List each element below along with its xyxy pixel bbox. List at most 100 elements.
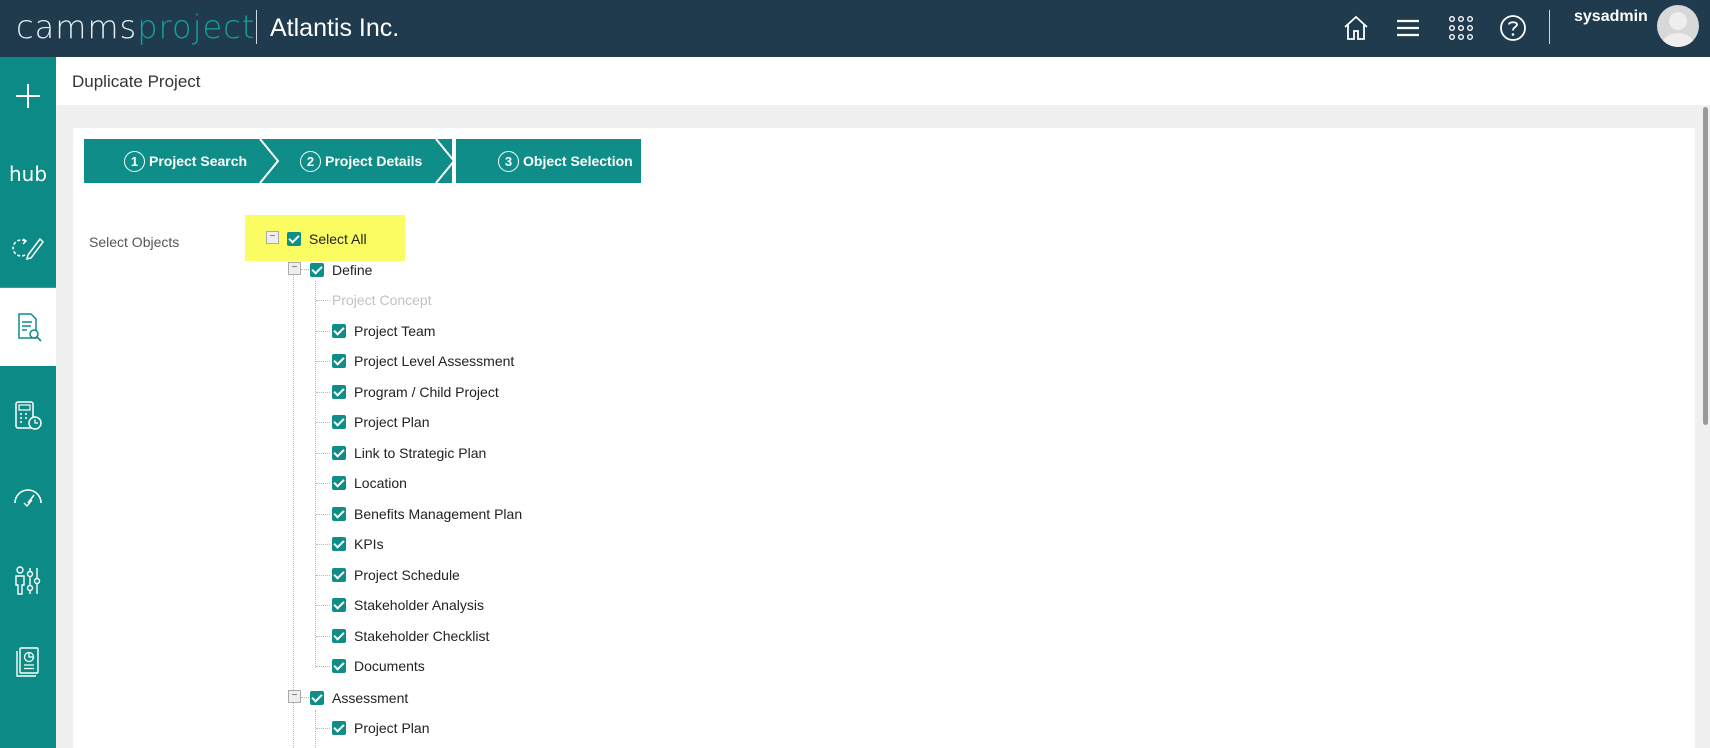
- tree-item[interactable]: Benefits Management Plan: [332, 504, 522, 524]
- sidebar-item-plan[interactable]: [0, 209, 56, 287]
- tree-item[interactable]: Project Plan: [332, 412, 429, 432]
- sidebar-item-project-search[interactable]: [0, 288, 56, 366]
- avatar[interactable]: [1657, 5, 1699, 47]
- checkbox[interactable]: [332, 323, 346, 338]
- sidebar-item-reports[interactable]: [0, 623, 56, 701]
- tree-node-label: Define: [332, 262, 373, 278]
- tree-node-assessment[interactable]: Assessment: [310, 688, 408, 708]
- plan-edit-icon: [12, 237, 44, 261]
- select-objects-label: Select Objects: [89, 234, 180, 250]
- tree-node-define[interactable]: Define: [310, 260, 372, 280]
- sidebar-item-resources[interactable]: [0, 541, 56, 619]
- step-number: 1: [124, 150, 145, 172]
- checkbox[interactable]: [332, 628, 346, 643]
- tree-item[interactable]: Project Plan: [332, 718, 429, 738]
- checkbox-define[interactable]: [310, 263, 324, 277]
- collapse-toggle-define[interactable]: −: [288, 262, 301, 275]
- checkbox[interactable]: [332, 354, 346, 368]
- checkbox[interactable]: [332, 598, 346, 612]
- step-label: Object Selection: [523, 153, 633, 169]
- top-header: cammsproject Atlantis Inc. sysadmin: [0, 0, 1710, 57]
- select-all-label: Select All: [309, 231, 367, 247]
- wizard-step-project-details[interactable]: 2 Project Details: [280, 139, 452, 183]
- sidebar-item-dashboard[interactable]: [0, 459, 56, 537]
- step-arrow-icon: [432, 139, 456, 183]
- scrollbar-thumb[interactable]: [1703, 107, 1708, 425]
- tree-node-label: Assessment: [332, 690, 409, 706]
- help-icon[interactable]: [1497, 12, 1529, 44]
- tree-item[interactable]: Documents: [332, 656, 425, 676]
- vertical-scrollbar[interactable]: [1700, 105, 1710, 748]
- collapse-toggle-assessment[interactable]: −: [288, 690, 301, 703]
- tree-line: [315, 281, 316, 668]
- company-name: Atlantis Inc.: [270, 14, 400, 42]
- tree-line: [315, 710, 316, 748]
- sidebar-item-calculator[interactable]: [0, 377, 56, 455]
- hub-label: hub: [8, 162, 48, 186]
- tree-item[interactable]: Stakeholder Checklist: [332, 626, 489, 646]
- report-icon: [16, 647, 39, 677]
- tree-item[interactable]: Project Team: [332, 321, 435, 341]
- user-divider: [1549, 10, 1550, 44]
- tree-item[interactable]: Program / Child Project: [332, 382, 499, 402]
- tree-item-label: Project Concept: [332, 292, 432, 308]
- tree-item-label: KPIs: [354, 536, 384, 552]
- checkbox[interactable]: [332, 506, 346, 521]
- checkbox[interactable]: [332, 476, 346, 490]
- checkbox[interactable]: [332, 567, 346, 582]
- app-logo[interactable]: cammsproject: [16, 8, 255, 46]
- collapse-toggle-select-all[interactable]: −: [266, 231, 279, 244]
- tree-item-label: Documents: [354, 658, 425, 674]
- tree-node-select-all[interactable]: Select All: [287, 229, 367, 249]
- checkbox-select-all[interactable]: [287, 232, 301, 246]
- sidebar-item-hub[interactable]: hub: [0, 135, 56, 213]
- tree-item-label: Project Plan: [354, 414, 430, 430]
- tree-item-label: Project Level Assessment: [354, 353, 515, 369]
- checkbox[interactable]: [332, 659, 346, 673]
- tree-item[interactable]: Project Schedule: [332, 565, 460, 585]
- calculator-clock-icon: [15, 401, 42, 430]
- step-label: Project Search: [149, 153, 248, 169]
- menu-icon[interactable]: [1392, 12, 1424, 44]
- tree-item-label: Project Schedule: [354, 566, 460, 583]
- tree-item-label: Project Plan: [354, 720, 430, 736]
- sidebar: hub: [0, 57, 56, 748]
- tree-item[interactable]: Location: [332, 473, 407, 493]
- home-icon[interactable]: [1340, 12, 1372, 44]
- tree-item-label: Benefits Management Plan: [354, 505, 523, 522]
- tree-item-label: Location: [354, 475, 407, 491]
- tree-item-label: Stakeholder Checklist: [354, 627, 490, 644]
- username[interactable]: sysadmin: [1574, 8, 1648, 26]
- page-title: Duplicate Project: [72, 72, 201, 91]
- sidebar-item-add[interactable]: [0, 57, 56, 135]
- gauge-icon: [14, 489, 42, 507]
- add-icon: [16, 84, 40, 108]
- step-label: Project Details: [325, 153, 423, 169]
- tree-item-label: Program / Child Project: [354, 383, 499, 400]
- tree-item-label: Project Team: [354, 322, 436, 339]
- step-number: 3: [498, 150, 519, 172]
- project-search-icon: [18, 313, 42, 342]
- tree-item: Project Concept: [332, 290, 432, 310]
- tree-item[interactable]: Project Level Assessment: [332, 351, 514, 371]
- tree-item[interactable]: Stakeholder Analysis: [332, 595, 484, 615]
- checkbox[interactable]: [332, 537, 346, 551]
- tree-line: [293, 274, 294, 748]
- checkbox[interactable]: [332, 384, 346, 399]
- tree-item[interactable]: Link to Strategic Plan: [332, 443, 486, 463]
- apps-grid-icon[interactable]: [1445, 12, 1477, 44]
- step-arrow-icon: [256, 139, 280, 183]
- checkbox[interactable]: [332, 445, 346, 460]
- page-title-bar: Duplicate Project: [56, 57, 1710, 105]
- tree-item-label: Stakeholder Analysis: [354, 597, 484, 613]
- people-settings-icon: [15, 566, 41, 595]
- header-divider: [256, 10, 257, 44]
- checkbox[interactable]: [332, 721, 346, 735]
- tree-item[interactable]: KPIs: [332, 534, 384, 554]
- wizard-step-object-selection[interactable]: 3 Object Selection: [456, 139, 641, 183]
- tree-item-label: Link to Strategic Plan: [354, 444, 487, 461]
- step-number: 2: [300, 150, 321, 172]
- checkbox-assessment[interactable]: [310, 691, 324, 705]
- user-avatar-icon: [1662, 12, 1694, 47]
- checkbox[interactable]: [332, 415, 346, 429]
